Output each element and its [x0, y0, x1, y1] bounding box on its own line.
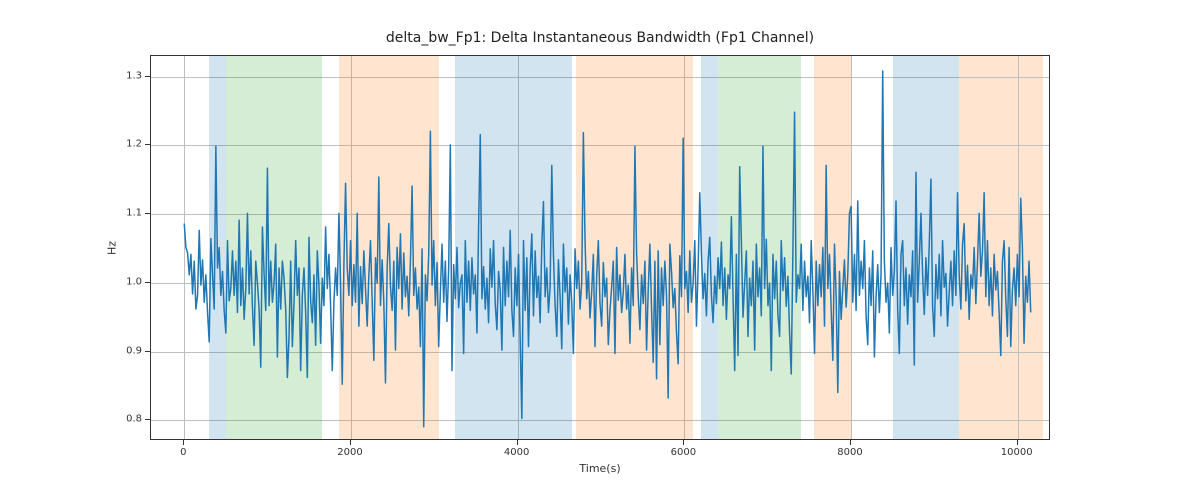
tick-mark-x [517, 440, 518, 445]
tick-mark-y [145, 76, 150, 77]
tick-mark-x [1017, 440, 1018, 445]
figure: delta_bw_Fp1: Delta Instantaneous Bandwi… [0, 0, 1200, 500]
x-tick-label: 4000 [504, 447, 529, 458]
y-tick-label: 1.3 [126, 70, 142, 81]
y-axis-label: Hz [106, 240, 119, 254]
plot-area [150, 55, 1050, 440]
y-tick-label: 0.9 [126, 345, 142, 356]
tick-mark-y [145, 351, 150, 352]
tick-mark-y [145, 144, 150, 145]
tick-mark-x [350, 440, 351, 445]
tick-mark-y [145, 282, 150, 283]
axes: Hz Time(s) 0.80.91.01.11.21.302000400060… [150, 55, 1050, 440]
x-tick-label: 0 [180, 447, 186, 458]
x-tick-label: 2000 [337, 447, 362, 458]
x-tick-label: 10000 [1001, 447, 1033, 458]
y-tick-label: 1.0 [126, 276, 142, 287]
line-series [184, 71, 1030, 427]
chart-title: delta_bw_Fp1: Delta Instantaneous Bandwi… [0, 30, 1200, 46]
x-tick-label: 6000 [671, 447, 696, 458]
x-tick-label: 8000 [837, 447, 862, 458]
tick-mark-y [145, 419, 150, 420]
y-tick-label: 1.2 [126, 139, 142, 150]
y-tick-label: 0.8 [126, 414, 142, 425]
tick-mark-y [145, 213, 150, 214]
tick-mark-x [683, 440, 684, 445]
y-tick-label: 1.1 [126, 208, 142, 219]
x-axis-label: Time(s) [579, 462, 620, 475]
tick-mark-x [183, 440, 184, 445]
tick-mark-x [850, 440, 851, 445]
line-series-svg [151, 56, 1049, 439]
